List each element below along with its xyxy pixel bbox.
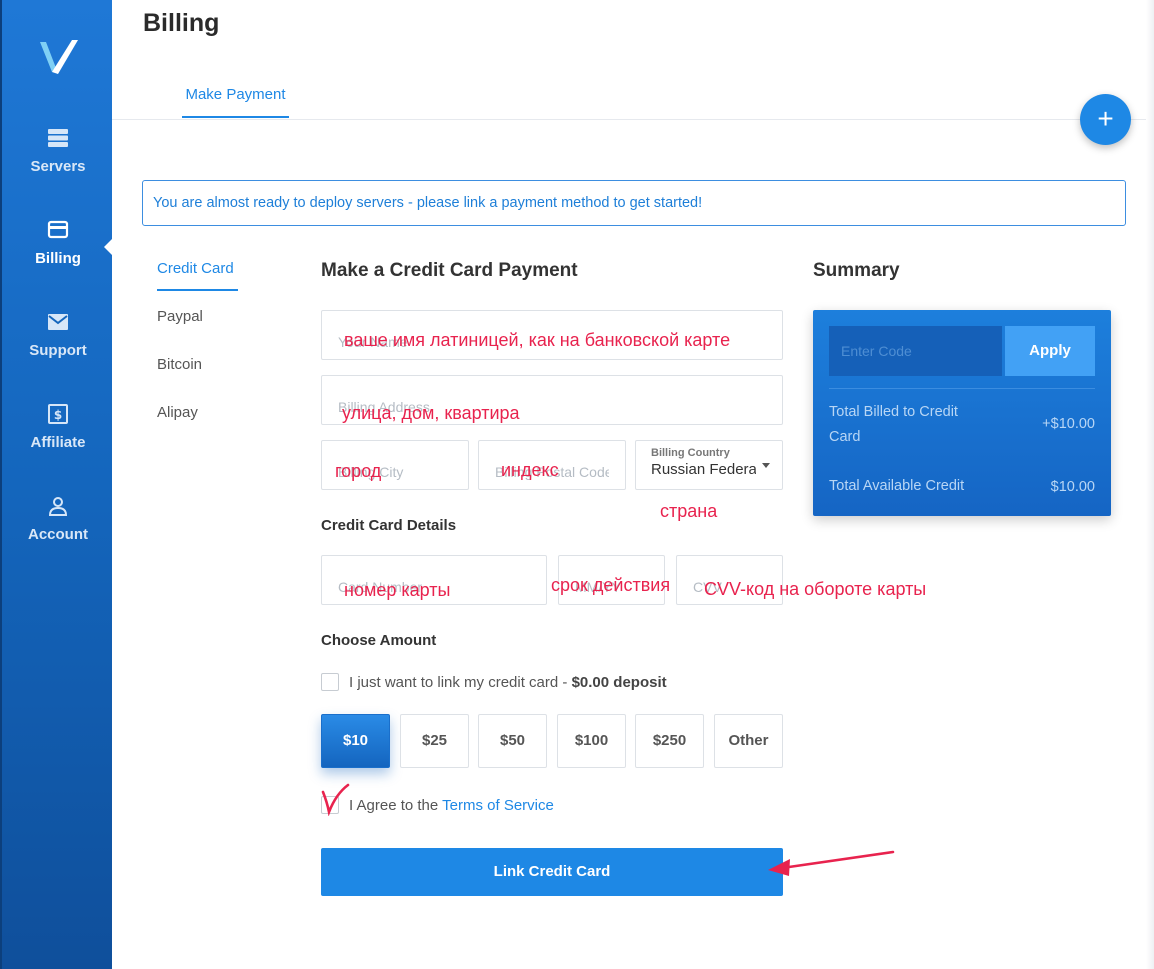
link-credit-card-button[interactable]: Link Credit Card	[321, 848, 783, 896]
amount-50-button[interactable]: $50	[478, 714, 547, 768]
terms-label: I Agree to the Terms of Service	[349, 797, 554, 814]
header-divider	[112, 119, 1154, 120]
country-value: Russian Federation	[651, 461, 756, 478]
sidebar-item-label: Billing	[35, 250, 81, 267]
link-only-amount: $0.00 deposit	[571, 674, 667, 691]
annotation-cvv: CVV-код на обороте карты	[704, 579, 927, 599]
add-button[interactable]: +	[1080, 94, 1131, 145]
method-credit-card[interactable]: Credit Card	[157, 260, 238, 291]
apply-button[interactable]: Apply	[1005, 326, 1095, 376]
sidebar-item-label: Affiliate	[30, 434, 86, 451]
amount-other-button[interactable]: Other	[714, 714, 783, 768]
handwritten-check-icon	[321, 783, 350, 816]
summary-divider	[829, 388, 1095, 389]
billed-value: +$10.00	[1042, 416, 1095, 432]
country-label: Billing Country	[651, 447, 730, 459]
method-alipay[interactable]: Alipay	[157, 404, 198, 421]
method-paypal[interactable]: Paypal	[157, 308, 203, 325]
active-nav-pointer	[104, 238, 113, 256]
scroll-edge	[1146, 0, 1154, 969]
sidebar-item-servers[interactable]: Servers	[2, 128, 114, 176]
envelope-icon	[48, 314, 68, 330]
annotation-name: ваше имя латиницей, как на банковской ка…	[344, 330, 731, 350]
link-only-text: I just want to link my credit card -	[349, 674, 568, 691]
amount-25-button[interactable]: $25	[400, 714, 469, 768]
summary-title: Summary	[813, 260, 900, 281]
terms-of-service-link[interactable]: Terms of Service	[442, 797, 554, 814]
caret-down-icon	[762, 463, 770, 468]
user-icon	[48, 497, 68, 516]
annotation-arrow-icon	[768, 850, 895, 876]
card-details-title: Credit Card Details	[321, 517, 457, 534]
amount-250-button[interactable]: $250	[635, 714, 704, 768]
sidebar-item-billing[interactable]: Billing	[2, 220, 114, 268]
annotation-country: страна	[660, 501, 718, 521]
available-label: Total Available Credit	[829, 478, 965, 494]
annotation-city: город	[335, 461, 382, 481]
link-only-checkbox[interactable]	[321, 673, 339, 691]
sidebar-item-account[interactable]: Account	[2, 496, 114, 544]
vultr-logo-icon[interactable]	[38, 36, 80, 78]
sidebar-item-label: Support	[29, 342, 87, 359]
servers-icon	[48, 129, 68, 147]
dollar-icon: $	[48, 404, 68, 424]
credit-card-icon	[47, 220, 69, 239]
method-bitcoin[interactable]: Bitcoin	[157, 356, 202, 373]
link-only-label: I just want to link my credit card - $0.…	[349, 674, 667, 691]
svg-text:$: $	[54, 408, 62, 422]
amount-10-button[interactable]: $10	[321, 714, 390, 768]
annotation-address: улица, дом, квартира	[342, 403, 520, 423]
country-select[interactable]: Billing Country Russian Federation	[635, 440, 783, 490]
summary-card: Apply Total Billed to Credit Card +$10.0…	[813, 310, 1111, 516]
sidebar-item-label: Account	[28, 526, 88, 543]
form-title: Make a Credit Card Payment	[321, 260, 578, 281]
billed-label: Total Billed to Credit Card	[829, 404, 958, 445]
available-value: $10.00	[1050, 479, 1095, 495]
amount-100-button[interactable]: $100	[557, 714, 626, 768]
agree-text: I Agree to the	[349, 797, 439, 814]
info-alert: You are almost ready to deploy servers -…	[142, 180, 1126, 226]
tab-make-payment[interactable]: Make Payment	[182, 86, 289, 118]
sidebar-item-support[interactable]: Support	[2, 312, 114, 360]
page-title: Billing	[143, 9, 220, 37]
choose-amount-title: Choose Amount	[321, 632, 437, 649]
sidebar-item-affiliate[interactable]: $ Affiliate	[2, 404, 114, 452]
sidebar-item-label: Servers	[30, 158, 86, 175]
sidebar: Servers Billing Support $ Affiliate Acco…	[0, 0, 112, 969]
promo-code-input[interactable]	[829, 326, 1002, 376]
annotation-postal: индекс	[501, 460, 559, 480]
annotation-card-number: номер карты	[344, 580, 451, 600]
annotation-expiry: срок действия	[551, 575, 671, 595]
